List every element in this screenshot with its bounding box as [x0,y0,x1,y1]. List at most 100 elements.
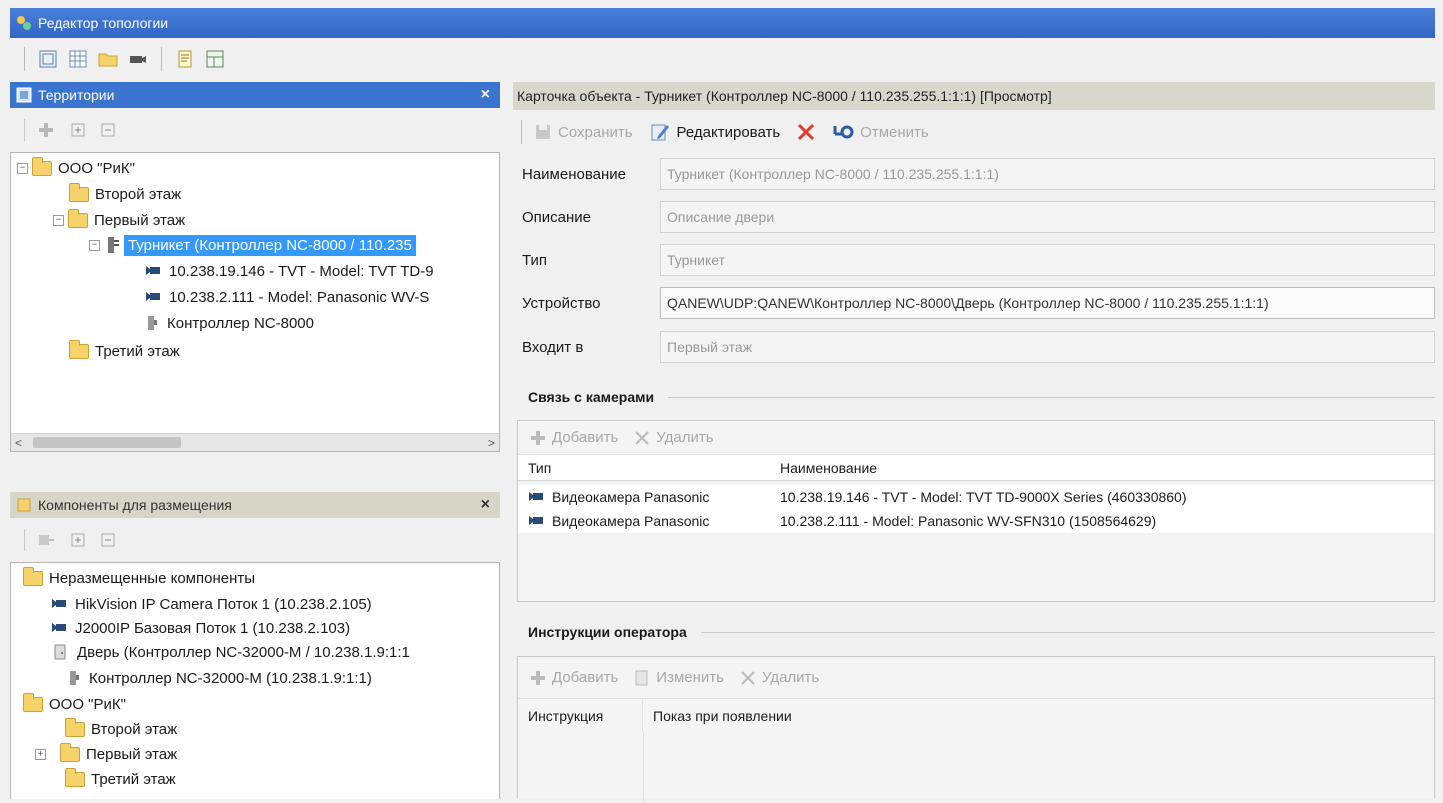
field-label-device: Устройство [522,295,601,312]
folder-icon [32,156,52,176]
tree-node[interactable]: Контроллер NC-8000 [145,312,314,334]
tree-node[interactable]: Третий этаж [69,339,180,362]
device-field[interactable]: QANEW\UDP:QANEW\Контроллер NC-8000\Дверь… [660,287,1435,319]
tree-node[interactable]: Второй этаж [69,182,182,205]
tree-node-label: Третий этаж [95,342,180,360]
tree-node-label: 10.238.19.146 - TVT - Model: TVT TD-9 [169,262,434,280]
column-divider [643,733,644,803]
tree-node-label: Третий этаж [91,770,176,788]
description-field[interactable]: Описание двери [660,201,1435,233]
edit-instruction-button[interactable]: Изменить [656,669,724,686]
door-icon [54,644,66,660]
toolbar-separator [161,47,162,71]
edit-button[interactable]: Редактировать [677,124,781,141]
tree-node-label: Второй этаж [95,185,182,203]
tree-node-label: Турникет (Контроллер NC-8000 / 110.235 [124,234,416,256]
tree-node[interactable]: − Турникет (Контроллер NC-8000 / 110.235 [89,234,416,256]
tree-node-label: Контроллер NC-8000 [167,314,314,332]
scroll-left-arrow[interactable]: < [15,436,22,450]
properties-button[interactable] [172,46,198,72]
layout-icon [206,50,224,68]
territories-tree[interactable]: − ООО "РиК" Второй этаж − Первый этаж − … [10,152,500,452]
collapse-toggle[interactable]: − [53,214,64,226]
scroll-thumb[interactable] [33,437,181,448]
cameras-grid-toolbar: Добавить Удалить [518,421,1434,455]
object-card-header: Карточка объекта - Турникет (Контроллер … [513,82,1435,110]
place-component-icon[interactable] [37,531,55,549]
collapse-toggle[interactable]: − [89,239,100,251]
grid-view-button[interactable] [65,46,91,72]
tree-node[interactable]: − ООО "РиК" [17,156,135,179]
name-field[interactable]: Турникет (Контроллер NC-8000 / 110.235.2… [660,158,1435,190]
window-title: Редактор топологии [38,15,169,31]
add-icon[interactable] [37,121,55,139]
column-header-type[interactable]: Тип [518,460,768,476]
folder-button[interactable] [95,46,121,72]
layout-button[interactable] [202,46,228,72]
column-header-show-on-appear[interactable]: Показ при появлении [643,708,792,724]
tree-node-label: Неразмещенные компоненты [49,569,256,587]
territory-icon [16,87,32,103]
tree-node-label: Первый этаж [94,211,186,229]
tree-node[interactable]: J2000IP Базовая Поток 1 (10.238.2.103) [51,617,350,639]
controller-icon [148,316,157,330]
expand-toggle[interactable]: + [35,748,46,760]
tree-node[interactable]: − Первый этаж [53,208,186,231]
tree-node[interactable]: Третий этаж [65,767,176,790]
scroll-right-arrow[interactable]: > [488,436,495,450]
close-icon[interactable]: × [481,86,490,104]
tree-node[interactable]: Контроллер NC-32000-M (10.238.1.9:1:1) [67,667,372,689]
table-row[interactable]: Видеокамера Panasonic 10.238.2.111 - Mod… [518,509,1434,533]
delete-icon[interactable] [796,122,816,142]
collapse-all-icon[interactable] [101,123,115,137]
territories-title: Территории [38,87,115,103]
type-field[interactable]: Турникет [660,244,1435,276]
territories-toggle-button[interactable] [35,46,61,72]
add-camera-button[interactable]: Добавить [552,429,618,446]
save-button[interactable]: Сохранить [558,124,633,141]
object-card-toolbar: Сохранить Редактировать Отменить [513,112,1435,152]
field-label-type: Тип [522,252,548,269]
close-icon[interactable]: × [481,496,490,514]
window-titlebar: Редактор топологии [10,8,1435,38]
undo-icon [833,125,854,139]
parent-field[interactable]: Первый этаж [660,331,1435,363]
camera-name: 10.238.2.111 - Model: Panasonic WV-SFN31… [780,513,1157,529]
folder-icon [69,339,89,359]
tree-node[interactable]: HikVision IP Camera Поток 1 (10.238.2.10… [51,593,372,615]
tree-node[interactable]: ООО "РиК" [23,692,126,715]
expand-all-icon[interactable] [71,533,85,547]
camera-icon [529,492,543,501]
add-icon [531,430,545,445]
tree-node[interactable]: Неразмещенные компоненты [23,566,256,589]
components-tree[interactable]: Неразмещенные компоненты HikVision IP Ca… [10,562,500,799]
delete-instruction-button[interactable]: Удалить [762,669,819,686]
column-header-name[interactable]: Наименование [768,460,1434,476]
main-toolbar [10,40,1435,78]
delete-camera-button[interactable]: Удалить [656,429,713,446]
expand-all-icon[interactable] [71,123,85,137]
toolbar-separator [24,119,25,141]
delete-icon [635,430,650,445]
column-header-instruction[interactable]: Инструкция [518,699,643,733]
collapse-toggle[interactable]: − [17,162,28,174]
tree-node[interactable]: 10.238.2.111 - Model: Panasonic WV-S [145,286,429,308]
tree-node[interactable]: Дверь (Контроллер NC-32000-M / 10.238.1.… [53,641,410,663]
tree-node[interactable]: Второй этаж [65,717,178,740]
toolbar-separator [24,47,25,71]
instructions-group-title: Инструкции оператора [528,624,1435,640]
camera-icon [146,292,160,301]
camera-icon [52,599,66,608]
camera-icon [130,56,146,63]
territory-icon [39,50,57,68]
tree-node-label: Второй этаж [91,720,178,738]
horizontal-scrollbar[interactable]: < > [11,433,499,451]
cancel-button[interactable]: Отменить [860,124,929,141]
territories-panel-header: Территории × [10,82,500,108]
tree-node[interactable]: 10.238.19.146 - TVT - Model: TVT TD-9 [145,260,434,282]
add-instruction-button[interactable]: Добавить [552,669,618,686]
tree-node[interactable]: + Первый этаж [35,742,177,765]
collapse-all-icon[interactable] [101,533,115,547]
table-row[interactable]: Видеокамера Panasonic 10.238.19.146 - TV… [518,485,1434,509]
camera-button[interactable] [125,46,151,72]
